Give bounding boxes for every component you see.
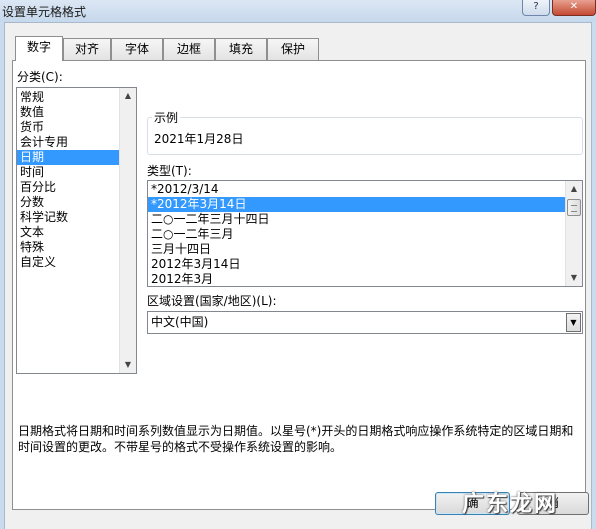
format-description: 日期格式将日期和时间系列数值显示为日期值。以星号(*)开头的日期格式响应操作系统…	[18, 424, 574, 454]
tab-border[interactable]: 边框	[163, 38, 215, 60]
list-item-selected[interactable]: *2012年3月14日	[148, 197, 566, 212]
category-scrollbar[interactable]: ▲ ▼	[119, 88, 136, 373]
tab-alignment[interactable]: 对齐	[63, 38, 111, 60]
help-button[interactable]: ?	[522, 0, 550, 16]
tab-number[interactable]: 数字	[15, 36, 63, 61]
watermark-logo: 广东龙网	[462, 492, 559, 517]
list-item[interactable]: *2012/3/14	[148, 182, 582, 197]
locale-label: 区域设置(国家/地区)(L):	[147, 294, 277, 308]
tab-protection[interactable]: 保护	[267, 38, 319, 60]
scroll-up-arrow-icon[interactable]: ▲	[120, 88, 136, 104]
type-label: 类型(T):	[147, 164, 192, 178]
sample-group: 示例 2021年1月28日	[147, 109, 583, 155]
number-tab-panel: 分类(C): 常规 数值 货币 会计专用 日期 时间 百分比 分数 科学记数 文…	[12, 60, 586, 510]
sample-legend: 示例	[152, 109, 181, 126]
scroll-down-arrow-icon[interactable]: ▼	[120, 357, 136, 373]
tab-fill[interactable]: 填充	[215, 38, 267, 60]
title-bar: 设置单元格格式 ? ✕	[0, 0, 596, 22]
type-scrollbar[interactable]: ▲ ▼	[565, 181, 582, 286]
locale-value: 中文(中国)	[151, 315, 209, 329]
window-title: 设置单元格格式	[2, 5, 87, 19]
list-item[interactable]: 2012年3月14日	[148, 257, 582, 272]
category-list[interactable]: 常规 数值 货币 会计专用 日期 时间 百分比 分数 科学记数 文本 特殊 自定…	[16, 87, 137, 374]
sample-value: 2021年1月28日	[154, 132, 244, 146]
list-item[interactable]: 2012年3月	[148, 272, 582, 286]
chevron-down-icon[interactable]: ▼	[566, 313, 581, 332]
locale-select[interactable]: 中文(中国) ▼	[147, 311, 583, 334]
scroll-down-arrow-icon[interactable]: ▼	[566, 270, 582, 286]
dialog-client: 数字 对齐 字体 边框 填充 保护 分类(C): 常规 数值 货币 会计专用 日…	[4, 22, 592, 529]
tab-font[interactable]: 字体	[111, 38, 163, 60]
category-label: 分类(C):	[17, 70, 63, 84]
scroll-thumb[interactable]	[567, 199, 581, 216]
type-list[interactable]: *2012/3/14 *2012年3月14日 二○一二年三月十四日 二○一二年三…	[147, 180, 583, 287]
list-item[interactable]: 二○一二年三月十四日	[148, 212, 582, 227]
list-item-selected[interactable]: 日期	[17, 150, 120, 165]
list-item[interactable]: 二○一二年三月	[148, 227, 582, 242]
list-item[interactable]: 三月十四日	[148, 242, 582, 257]
close-button[interactable]: ✕	[552, 0, 596, 16]
scroll-up-arrow-icon[interactable]: ▲	[566, 181, 582, 197]
